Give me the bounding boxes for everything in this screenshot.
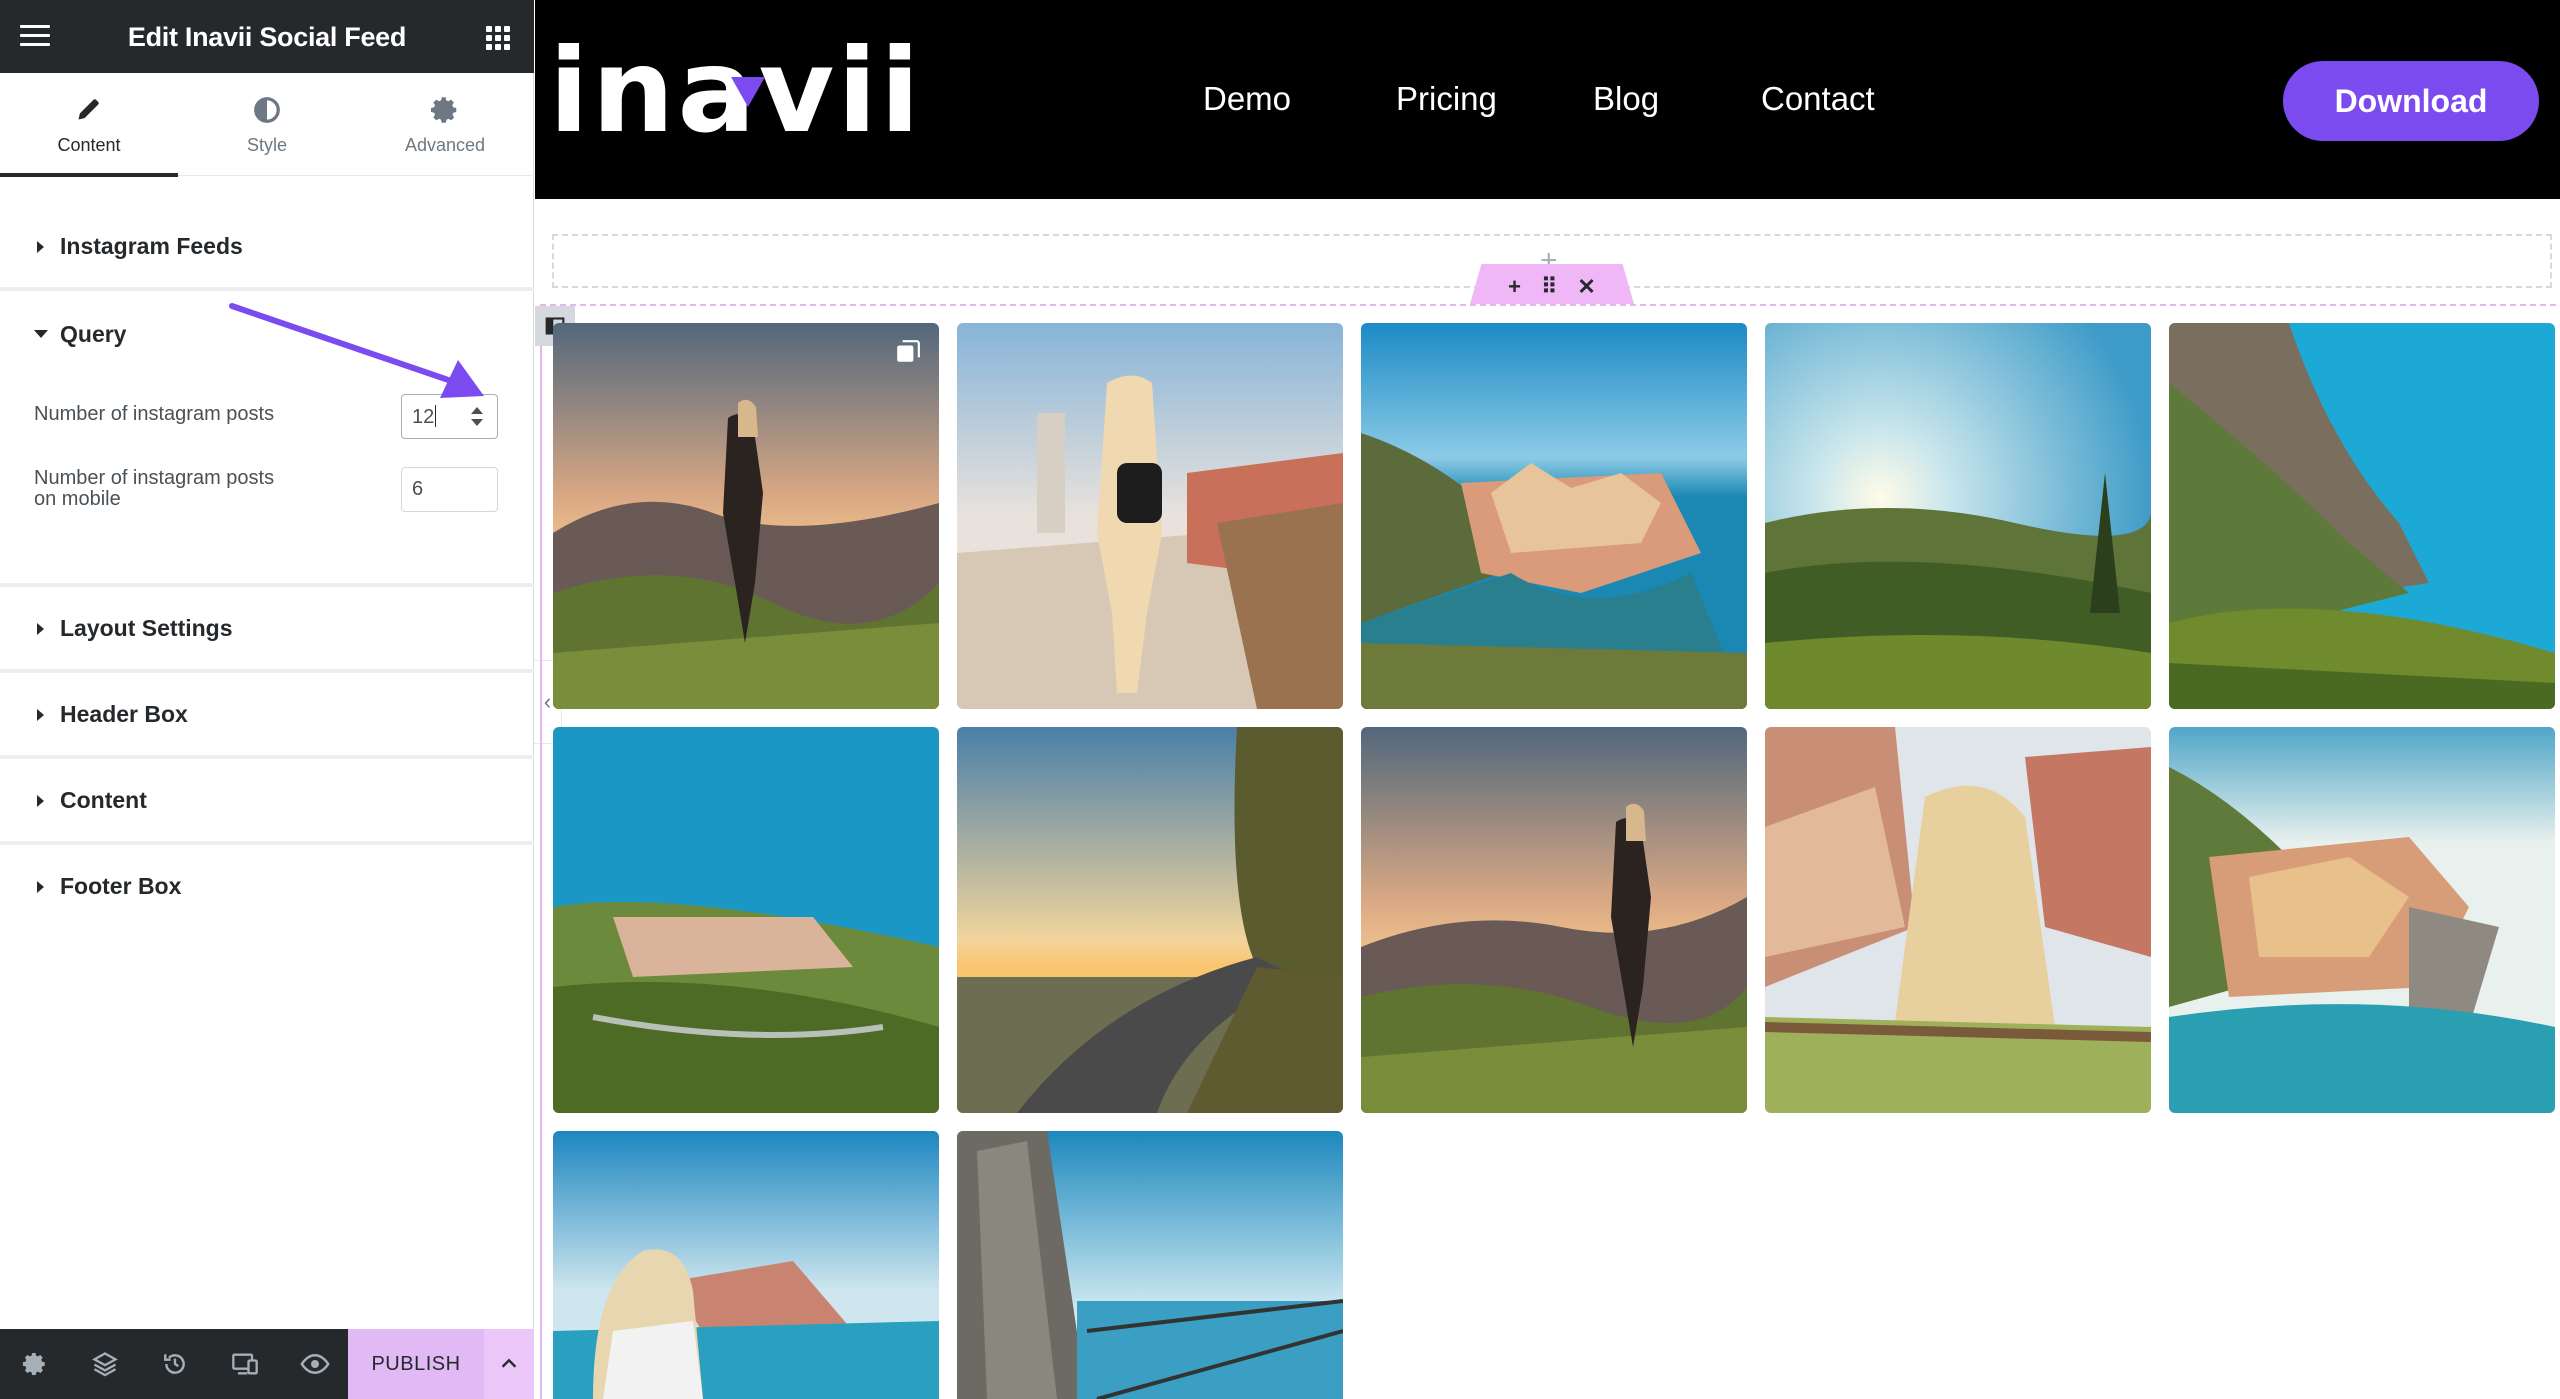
nav-link-blog[interactable]: Blog <box>1593 80 1659 118</box>
feed-photo-10[interactable] <box>2169 727 2555 1113</box>
caret-right-icon <box>37 881 44 893</box>
feed-photo-6[interactable] <box>553 727 939 1113</box>
nav-link-demo[interactable]: Demo <box>1203 80 1291 118</box>
download-button[interactable]: Download <box>2283 61 2539 141</box>
panel-header: Edit Inavii Social Feed <box>0 0 534 73</box>
feed-photo-4[interactable] <box>1765 323 2151 709</box>
tab-content[interactable]: Content <box>0 73 178 177</box>
settings-icon <box>22 1352 45 1376</box>
tab-style[interactable]: Style <box>178 73 356 176</box>
section-title: Header Box <box>60 701 188 727</box>
logo-accent <box>731 77 765 107</box>
layers-icon <box>92 1352 118 1377</box>
number-stepper-icon[interactable] <box>471 407 483 427</box>
widgets-grid-icon[interactable] <box>486 26 510 50</box>
drag-icon[interactable]: ⠿ <box>1541 274 1557 300</box>
feed-photo-11[interactable] <box>553 1131 939 1399</box>
section-title: Instagram Feeds <box>60 233 243 259</box>
publish-button[interactable]: PUBLISH <box>348 1329 484 1399</box>
caret-right-icon <box>37 709 44 721</box>
feed-photo-2[interactable] <box>957 323 1343 709</box>
section-instagram-feeds[interactable]: Instagram Feeds <box>0 178 534 291</box>
panel-tabs: Content Style Advanced <box>0 73 534 177</box>
caret-right-icon <box>37 795 44 807</box>
pencil-icon <box>78 99 99 120</box>
section-footer-box[interactable]: Footer Box <box>0 845 534 931</box>
responsive-mode-button[interactable] <box>210 1329 280 1399</box>
section-title: Content <box>60 787 147 813</box>
tab-advanced-label: Advanced <box>404 135 486 155</box>
section-layout-settings[interactable]: Layout Settings <box>0 587 534 673</box>
history-icon <box>164 1354 185 1374</box>
nav-link-pricing[interactable]: Pricing <box>1396 80 1497 118</box>
mobile-label-line2: on mobile <box>34 488 121 510</box>
section-content[interactable]: Content <box>0 759 534 845</box>
feed-photo-7[interactable] <box>957 727 1343 1113</box>
eye-icon <box>300 1353 330 1375</box>
feed-photo-9[interactable] <box>1765 727 2151 1113</box>
close-icon[interactable]: ✕ <box>1577 274 1595 300</box>
responsive-icon <box>232 1353 258 1375</box>
panel-title: Edit Inavii Social Feed <box>127 22 407 52</box>
mobile-posts-count-value: 6 <box>412 478 424 500</box>
half-circle-icon <box>254 97 280 123</box>
feed-photo-3[interactable] <box>1361 323 1747 709</box>
site-header: inavii Demo Pricing Blog Contact Downloa… <box>535 0 2560 199</box>
feed-photo-12[interactable] <box>957 1131 1343 1399</box>
navigator-button[interactable] <box>70 1329 140 1399</box>
feed-photo-1[interactable] <box>553 323 939 709</box>
posts-count-label: Number of instagram posts <box>34 403 275 425</box>
mobile-posts-count-input[interactable]: 6 <box>401 467 498 512</box>
section-title[interactable]: Query <box>60 321 126 348</box>
preview-button[interactable] <box>280 1329 350 1399</box>
gear-icon <box>431 97 457 123</box>
posts-count-value: 12 <box>412 406 435 428</box>
feed-photo-5[interactable] <box>2169 323 2555 709</box>
section-header-box[interactable]: Header Box <box>0 673 534 759</box>
history-button[interactable] <box>140 1329 210 1399</box>
carousel-icon <box>897 340 920 362</box>
chevron-up-icon <box>501 1358 517 1368</box>
annotation-arrow <box>229 303 484 398</box>
caret-right-icon <box>37 623 44 635</box>
mobile-label-line1: Number of instagram posts <box>34 467 275 489</box>
tab-advanced[interactable]: Advanced <box>356 73 534 176</box>
caret-right-icon <box>37 241 44 253</box>
editor-panel: Edit Inavii Social Feed Content Style Ad… <box>0 0 534 1399</box>
feed-photo-8[interactable] <box>1361 727 1747 1113</box>
section-title: Layout Settings <box>60 615 233 641</box>
settings-button[interactable] <box>0 1329 70 1399</box>
section-handle: + ⠿ ✕ <box>1470 264 1634 304</box>
section-title: Footer Box <box>60 873 182 899</box>
panel-footer: PUBLISH <box>0 1329 534 1399</box>
tab-content-label: Content <box>57 135 121 155</box>
nav-link-contact[interactable]: Contact <box>1761 80 1875 118</box>
tab-style-label: Style <box>246 135 288 155</box>
add-icon[interactable]: + <box>1508 274 1521 300</box>
mobile-posts-count-label: Number of instagram posts on mobile <box>34 468 274 510</box>
caret-down-icon[interactable] <box>34 330 48 338</box>
publish-options-button[interactable] <box>484 1329 534 1399</box>
